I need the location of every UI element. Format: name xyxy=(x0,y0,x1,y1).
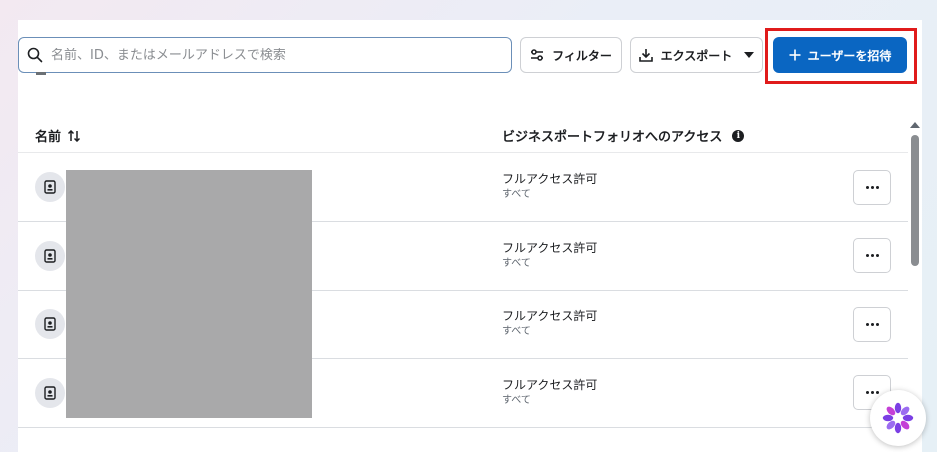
search-input[interactable] xyxy=(51,47,491,63)
access-scope: すべて xyxy=(502,395,531,406)
access-level: フルアクセス許可 xyxy=(502,378,598,392)
user-avatar-icon xyxy=(35,172,65,202)
access-cell: フルアクセス許可 すべて xyxy=(502,240,597,271)
access-scope: すべて xyxy=(502,258,531,269)
access-scope: すべて xyxy=(502,326,531,337)
column-header-name-label: 名前 xyxy=(35,130,62,145)
access-scope: すべて xyxy=(502,189,531,200)
access-level: フルアクセス許可 xyxy=(502,309,598,323)
chevron-down-icon xyxy=(744,52,755,58)
header-divider xyxy=(18,152,908,153)
scroll-up-arrow-icon[interactable] xyxy=(910,122,920,128)
redacted-names xyxy=(66,170,312,418)
assistant-button[interactable] xyxy=(870,390,926,446)
filter-button[interactable]: フィルター xyxy=(520,37,622,73)
row-divider xyxy=(18,427,908,428)
search-box[interactable] xyxy=(18,37,512,73)
filter-icon xyxy=(531,49,544,61)
access-level: フルアクセス許可 xyxy=(502,172,598,186)
access-level: フルアクセス許可 xyxy=(502,241,598,255)
access-cell: フルアクセス許可 すべて xyxy=(502,308,597,339)
more-options-button[interactable] xyxy=(853,238,891,273)
access-cell: フルアクセス許可 すべて xyxy=(502,377,597,408)
info-icon[interactable]: i xyxy=(732,129,745,142)
badge-icon xyxy=(44,317,56,331)
search-icon xyxy=(27,47,43,63)
invite-label: ユーザーを招待 xyxy=(807,48,892,63)
user-avatar-icon xyxy=(35,241,65,271)
badge-icon xyxy=(44,249,56,263)
download-icon xyxy=(638,49,653,62)
divider xyxy=(36,72,46,75)
invite-user-button[interactable]: ユーザーを招待 xyxy=(773,37,907,73)
scrollbar-thumb[interactable] xyxy=(911,135,919,266)
column-header-access-label: ビジネスポートフォリオへのアクセス xyxy=(502,130,723,145)
column-header-access: ビジネスポートフォリオへのアクセス i xyxy=(502,126,745,145)
export-label: エクスポート xyxy=(660,48,733,63)
column-header-name[interactable]: 名前 xyxy=(35,126,81,145)
filter-label: フィルター xyxy=(552,48,612,63)
plus-icon xyxy=(789,49,801,61)
more-options-button[interactable] xyxy=(853,170,891,205)
export-button[interactable]: エクスポート xyxy=(630,37,763,73)
badge-icon xyxy=(44,180,56,194)
user-avatar-icon xyxy=(35,309,65,339)
access-cell: フルアクセス許可 すべて xyxy=(502,171,597,202)
sort-icon[interactable] xyxy=(67,129,81,142)
flower-logo-icon xyxy=(882,402,914,434)
more-options-button[interactable] xyxy=(853,307,891,342)
user-avatar-icon xyxy=(35,378,65,408)
badge-icon xyxy=(44,386,56,400)
